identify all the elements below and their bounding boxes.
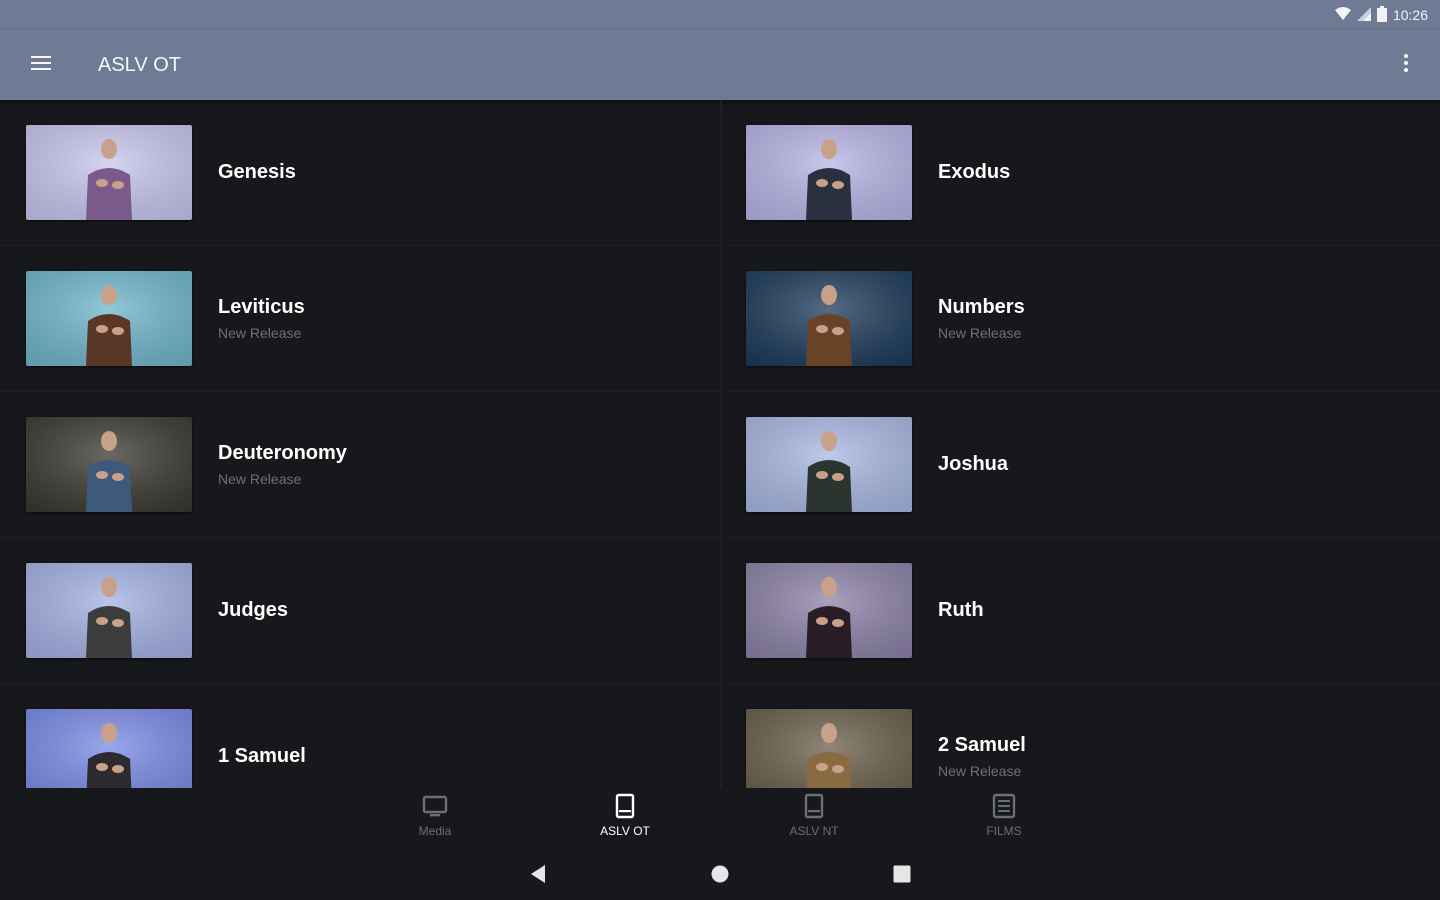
book-title: 1 Samuel [218, 745, 306, 767]
book-title: Exodus [938, 161, 1011, 183]
battery-icon [1376, 5, 1387, 25]
release-label: New Release [938, 763, 1022, 779]
book-item[interactable]: Ruth [722, 538, 1440, 684]
book-info: Joshua [938, 453, 1008, 476]
more-vert-icon [1403, 52, 1409, 79]
nav-label: Media [418, 824, 452, 838]
book-item[interactable]: Leviticus New Release [0, 246, 722, 392]
cell-signal-icon [1356, 6, 1371, 24]
menu-icon [30, 54, 52, 77]
book-info: 1 Samuel [218, 745, 306, 768]
overflow-menu-button[interactable] [1382, 30, 1430, 100]
book-item[interactable]: 1 Samuel [0, 684, 722, 788]
book-title: 2 Samuel [938, 734, 1026, 756]
book-item[interactable]: Deuteronomy New Release [0, 392, 722, 538]
book-title: Numbers [938, 296, 1025, 318]
nav-tab-films[interactable]: FILMS [944, 792, 1064, 844]
book-thumbnail[interactable] [746, 417, 912, 512]
app-toolbar: ASLV OT [0, 30, 1440, 100]
book-thumbnail[interactable] [26, 125, 192, 220]
book-item[interactable]: Numbers New Release [722, 246, 1440, 392]
back-button[interactable] [524, 860, 552, 888]
book-info: Deuteronomy New Release [218, 442, 347, 487]
book-title: Leviticus [218, 296, 305, 318]
book-thumbnail[interactable] [26, 709, 192, 788]
book-info: Ruth [938, 599, 984, 622]
page-title: ASLV OT [98, 53, 181, 76]
book-thumbnail[interactable] [26, 417, 192, 512]
nav-label: FILMS [986, 824, 1022, 838]
book-title: Genesis [218, 161, 296, 183]
book-item[interactable]: Joshua [722, 392, 1440, 538]
book-item[interactable]: Genesis [0, 100, 722, 246]
book-info: Leviticus New Release [218, 296, 305, 341]
home-button[interactable] [706, 860, 734, 888]
nav-tab-aslv-nt[interactable]: ASLV NT [754, 792, 874, 844]
wifi-icon [1334, 6, 1351, 24]
book-title: Ruth [938, 599, 984, 621]
book-list[interactable]: Genesis Exodus Leviticus New Release Numbers… [0, 100, 1440, 788]
nav-tab-media[interactable]: Media [375, 792, 495, 844]
release-label: New Release [938, 325, 1022, 341]
book-thumbnail[interactable] [26, 271, 192, 366]
tv-icon [422, 795, 448, 817]
status-time: 10:26 [1392, 7, 1428, 23]
book-info: 2 Samuel New Release [938, 734, 1026, 779]
book-thumbnail[interactable] [26, 563, 192, 658]
nav-label: ASLV OT [600, 824, 650, 838]
home-icon [711, 865, 729, 883]
book-info: Numbers New Release [938, 296, 1025, 341]
bottom-navigation: Media ASLV OT ASLV NT FILMS [0, 788, 1440, 848]
book-icon [615, 793, 635, 819]
recents-icon [893, 865, 911, 883]
system-navigation-bar [0, 848, 1440, 900]
book-thumbnail[interactable] [746, 563, 912, 658]
back-icon [531, 865, 545, 883]
film-icon [992, 793, 1016, 819]
book-item[interactable]: 2 Samuel New Release [722, 684, 1440, 788]
nav-tab-aslv-ot[interactable]: ASLV OT [565, 792, 685, 844]
status-bar: 10:26 [0, 0, 1440, 30]
release-label: New Release [218, 325, 302, 341]
book-info: Genesis [218, 161, 296, 184]
book-title: Judges [218, 599, 289, 621]
book-thumbnail[interactable] [746, 125, 912, 220]
recents-button[interactable] [888, 860, 916, 888]
hamburger-menu-button[interactable] [0, 30, 82, 100]
book-thumbnail[interactable] [746, 271, 912, 366]
book-icon [804, 793, 824, 819]
book-info: Judges [218, 599, 288, 622]
book-info: Exodus [938, 161, 1010, 184]
book-item[interactable]: Exodus [722, 100, 1440, 246]
book-item[interactable]: Judges [0, 538, 722, 684]
nav-label: ASLV NT [789, 824, 839, 838]
release-label: New Release [218, 471, 302, 487]
book-title: Joshua [938, 453, 1009, 475]
book-thumbnail[interactable] [746, 709, 912, 788]
book-title: Deuteronomy [218, 442, 347, 464]
